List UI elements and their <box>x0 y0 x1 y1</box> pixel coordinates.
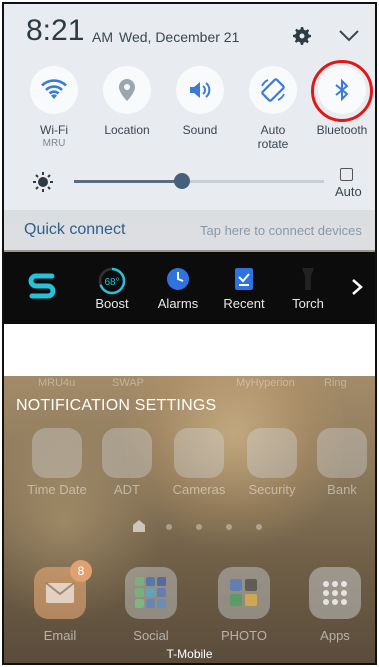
notification-settings-label[interactable]: NOTIFICATION SETTINGS <box>16 397 216 415</box>
auto-brightness-checkbox[interactable] <box>340 168 353 181</box>
app-label-time-date: Time Date <box>27 482 87 497</box>
app-photo[interactable] <box>218 567 270 619</box>
app-logo-icon[interactable] <box>24 268 60 304</box>
app-label-cameras: Cameras <box>172 482 226 497</box>
auto-brightness-label: Auto <box>335 184 362 199</box>
alarms-button[interactable] <box>148 266 208 296</box>
wifi-icon <box>41 79 67 99</box>
dock-label-apps: Apps <box>320 628 350 643</box>
widget-label-torch: Torch <box>292 296 324 311</box>
quick-connect-title: Quick connect <box>24 221 126 238</box>
boost-button[interactable]: 68° <box>82 266 142 300</box>
clock-icon <box>167 268 189 290</box>
auto-rotate-icon <box>261 78 285 102</box>
blank-panel <box>4 324 375 376</box>
home-label-ring: Ring <box>324 377 347 389</box>
app-cameras[interactable] <box>174 428 224 478</box>
page-dot[interactable] <box>226 524 232 530</box>
brightness-slider-thumb[interactable] <box>173 173 190 189</box>
home-label-myhyperion: MyHyperion <box>236 377 295 389</box>
social-folder-icon <box>135 577 166 608</box>
app-apps[interactable] <box>309 567 361 619</box>
home-label-swap: SWAP <box>112 377 144 389</box>
location-icon <box>119 79 135 101</box>
recent-button[interactable] <box>214 266 274 296</box>
boost-gauge-icon: 68° <box>98 267 126 295</box>
boost-value: 68° <box>104 277 119 288</box>
clock-time: 8:21 <box>26 14 85 47</box>
phone-screen: 8:21 AM Wed, December 21 Wi-Fi MRU Locat… <box>2 2 377 665</box>
widget-label-boost: Boost <box>95 296 129 311</box>
app-adt[interactable] <box>102 428 152 478</box>
notification-shade: 8:21 AM Wed, December 21 Wi-Fi MRU Locat… <box>4 4 375 210</box>
toolbar-widget: 68° Boost Alarms Recent Torch <box>4 252 375 324</box>
widget-label-recent: Recent <box>223 296 265 311</box>
app-bank[interactable] <box>317 428 367 478</box>
page-dot[interactable] <box>166 524 172 530</box>
page-dot[interactable] <box>256 524 262 530</box>
quick-setting-label-sound: Sound <box>182 123 218 137</box>
chevron-right-icon[interactable] <box>351 278 363 296</box>
photo-folder-icon <box>230 579 257 606</box>
torch-icon <box>302 268 314 290</box>
carrier-label: T-Mobile <box>166 647 213 661</box>
widget-label-alarms: Alarms <box>157 296 199 311</box>
quick-setting-location[interactable] <box>103 66 151 114</box>
dock-label-photo: PHOTO <box>221 628 267 643</box>
quick-setting-auto-rotate[interactable] <box>249 66 297 114</box>
home-page-icon[interactable] <box>132 519 146 533</box>
email-badge: 8 <box>70 560 92 582</box>
dock-label-email: Email <box>43 628 77 643</box>
dock-label-social: Social <box>133 628 169 643</box>
app-label-security: Security <box>248 482 296 497</box>
quick-setting-wifi[interactable] <box>30 66 78 114</box>
brightness-slider-fill <box>74 180 182 183</box>
app-social[interactable] <box>125 567 177 619</box>
app-label-bank: Bank <box>327 482 357 497</box>
quick-setting-label-bluetooth: Bluetooth <box>316 123 368 137</box>
apps-grid-icon <box>323 581 347 605</box>
highlight-ring <box>311 60 373 122</box>
home-label-mru4u: MRU4u <box>38 377 76 389</box>
recent-icon <box>235 268 253 290</box>
quick-connect-hint: Tap here to connect devices <box>200 223 362 238</box>
gear-icon[interactable] <box>290 24 314 48</box>
app-time-date[interactable] <box>32 428 82 478</box>
clock-ampm: AM <box>92 29 113 45</box>
quick-setting-label-wifi: Wi-Fi MRU <box>40 123 68 149</box>
app-label-adt: ADT <box>114 482 140 497</box>
quick-setting-label-auto-rotate: Auto rotate <box>257 123 289 151</box>
clock-date: Wed, December 21 <box>119 29 240 45</box>
sound-icon <box>190 82 211 98</box>
app-security[interactable] <box>247 428 297 478</box>
chevron-down-icon[interactable] <box>338 28 360 44</box>
brightness-icon <box>33 172 53 192</box>
quick-setting-sound[interactable] <box>176 66 224 114</box>
quick-setting-label-location: Location <box>104 123 150 137</box>
quick-connect-bar[interactable]: Quick connect Tap here to connect device… <box>4 210 375 250</box>
page-dot[interactable] <box>196 524 202 530</box>
torch-button[interactable] <box>278 266 338 296</box>
